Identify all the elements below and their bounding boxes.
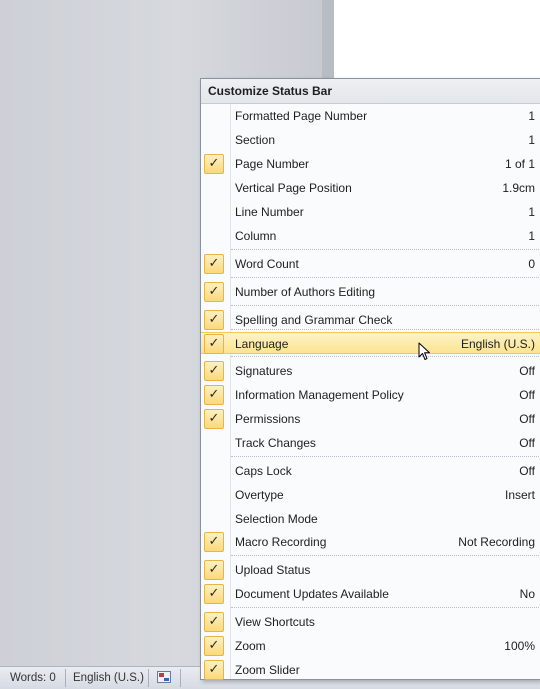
checkmark-icon: ✓ (204, 409, 224, 429)
checkmark-icon: ✓ (204, 334, 224, 354)
menu-item-document-updates-available[interactable]: ✓ Document Updates Available No (201, 583, 540, 605)
menu-title: Customize Status Bar (208, 84, 333, 98)
menu-item-selection-mode[interactable]: Selection Mode (201, 508, 540, 530)
menu-separator (231, 456, 540, 457)
menu-item-value: Insert (504, 488, 535, 502)
menu-item-value: English (U.S.) (460, 337, 535, 351)
menu-item-label: Formatted Page Number (235, 109, 368, 123)
menu-item-upload-status[interactable]: ✓ Upload Status (201, 559, 540, 581)
menu-item-macro-recording[interactable]: ✓ Macro Recording Not Recording (201, 531, 540, 553)
menu-item-column[interactable]: Column 1 (201, 225, 540, 247)
menu-item-value: Not Recording (458, 535, 535, 549)
menu-item-value: 1.9cm (502, 181, 535, 195)
menu-item-label: Column (235, 229, 277, 243)
menu-separator (231, 305, 540, 306)
menu-item-value: 1 (528, 109, 535, 123)
menu-item-label: Upload Status (235, 563, 311, 577)
checkmark-icon: ✓ (204, 636, 224, 656)
menu-item-label: Document Updates Available (235, 587, 389, 601)
menu-item-line-number[interactable]: Line Number 1 (201, 201, 540, 223)
menu-item-label: View Shortcuts (235, 615, 315, 629)
menu-item-value: No (519, 587, 535, 601)
checkmark-icon: ✓ (204, 584, 224, 604)
document-layout-icon[interactable] (157, 671, 171, 683)
menu-item-value: Off (519, 436, 535, 450)
menu-item-overtype[interactable]: Overtype Insert (201, 484, 540, 506)
menu-item-label: Caps Lock (235, 464, 292, 478)
menu-item-vertical-page-position[interactable]: Vertical Page Position 1.9cm (201, 177, 540, 199)
menu-item-language[interactable]: ✓ Language English (U.S.) (201, 332, 540, 354)
customize-status-bar-menu: Customize Status Bar Formatted Page Numb… (200, 78, 540, 680)
status-language[interactable]: English (U.S.) (73, 670, 144, 686)
checkmark-icon: ✓ (204, 282, 224, 302)
menu-item-formatted-page-number[interactable]: Formatted Page Number 1 (201, 105, 540, 127)
checkmark-icon: ✓ (204, 532, 224, 552)
checkmark-icon: ✓ (204, 385, 224, 405)
status-divider (148, 669, 149, 687)
menu-item-value: Off (519, 412, 535, 426)
status-divider (65, 669, 66, 687)
checkmark-icon: ✓ (204, 560, 224, 580)
checkmark-icon: ✓ (204, 660, 224, 680)
menu-separator (231, 356, 540, 357)
status-divider (180, 669, 181, 687)
menu-item-value: 1 (528, 133, 535, 147)
menu-item-caps-lock[interactable]: Caps Lock Off (201, 460, 540, 482)
menu-item-label: Spelling and Grammar Check (235, 313, 393, 327)
checkmark-icon: ✓ (204, 154, 224, 174)
menu-separator (231, 555, 540, 556)
checkmark-icon: ✓ (204, 612, 224, 632)
menu-item-value: 1 of 1 (504, 157, 535, 171)
menu-item-page-number[interactable]: ✓ Page Number 1 of 1 (201, 153, 540, 175)
menu-item-label: Word Count (235, 257, 299, 271)
menu-item-label: Zoom Slider (235, 663, 300, 677)
menu-item-value: 100% (504, 639, 535, 653)
checkmark-icon: ✓ (204, 254, 224, 274)
menu-item-zoom-slider[interactable]: ✓ Zoom Slider (201, 659, 540, 681)
menu-item-track-changes[interactable]: Track Changes Off (201, 432, 540, 454)
menu-item-value: 1 (528, 205, 535, 219)
menu-item-label: Page Number (235, 157, 310, 171)
menu-separator (231, 277, 540, 278)
menu-header: Customize Status Bar (201, 79, 540, 104)
mouse-pointer-icon (418, 342, 430, 360)
menu-item-value: Off (519, 364, 535, 378)
menu-item-value: 0 (528, 257, 535, 271)
menu-item-permissions[interactable]: ✓ Permissions Off (201, 408, 540, 430)
menu-item-label: Overtype (235, 488, 284, 502)
menu-item-value: Off (519, 388, 535, 402)
menu-separator (231, 249, 540, 250)
menu-item-label: Language (235, 337, 289, 351)
menu-item-label: Information Management Policy (235, 388, 404, 402)
menu-item-section[interactable]: Section 1 (201, 129, 540, 151)
menu-item-number-of-authors-editing[interactable]: ✓ Number of Authors Editing (201, 281, 540, 303)
menu-item-signatures[interactable]: ✓ Signatures Off (201, 360, 540, 382)
menu-item-label: Section (235, 133, 276, 147)
menu-item-label: Signatures (235, 364, 293, 378)
menu-item-label: Zoom (235, 639, 266, 653)
menu-separator (231, 329, 540, 330)
checkmark-icon: ✓ (204, 310, 224, 330)
menu-item-label: Line Number (235, 205, 304, 219)
menu-item-zoom[interactable]: ✓ Zoom 100% (201, 635, 540, 657)
menu-item-information-management-policy[interactable]: ✓ Information Management Policy Off (201, 384, 540, 406)
menu-separator (231, 607, 540, 608)
menu-item-view-shortcuts[interactable]: ✓ View Shortcuts (201, 611, 540, 633)
menu-item-value: Off (519, 464, 535, 478)
checkmark-icon: ✓ (204, 361, 224, 381)
menu-item-label: Permissions (235, 412, 301, 426)
menu-item-label: Vertical Page Position (235, 181, 352, 195)
menu-item-value: 1 (528, 229, 535, 243)
menu-item-label: Track Changes (235, 436, 316, 450)
menu-item-label: Number of Authors Editing (235, 285, 376, 299)
menu-item-label: Selection Mode (235, 512, 318, 526)
menu-item-label: Macro Recording (235, 535, 327, 549)
status-word-count[interactable]: Words: 0 (10, 670, 56, 686)
menu-item-spelling-and-grammar-check[interactable]: ✓ Spelling and Grammar Check (201, 309, 540, 331)
menu-item-word-count[interactable]: ✓ Word Count 0 (201, 253, 540, 275)
